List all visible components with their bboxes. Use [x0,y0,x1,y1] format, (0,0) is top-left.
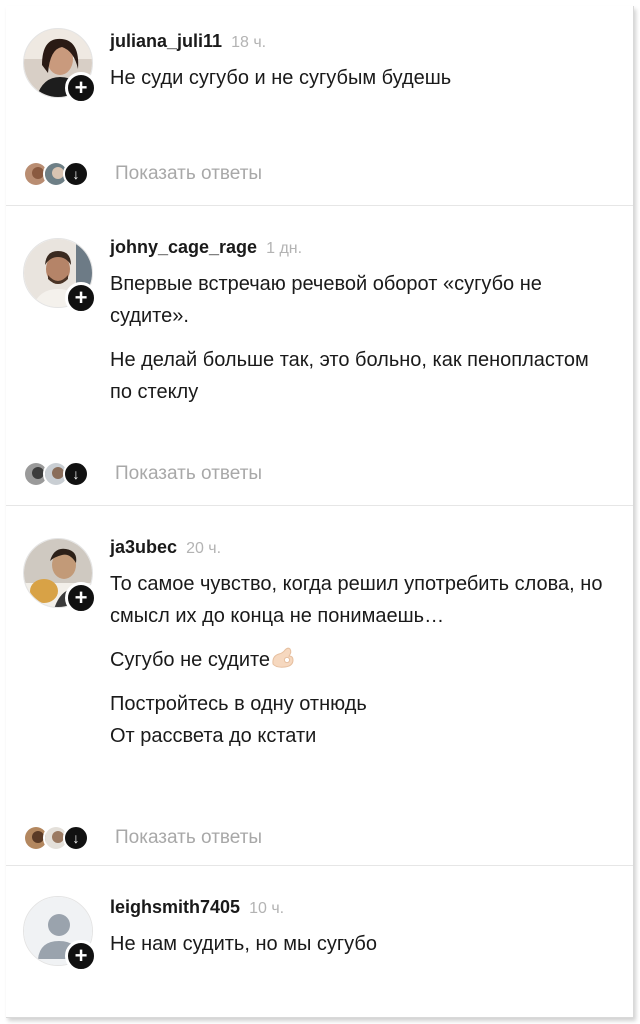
timestamp: 20 ч. [186,540,222,557]
timestamp: 18 ч. [231,34,267,51]
comment-text: Постройтесь в одну отнюдь От рассвета до… [110,693,367,747]
comment-header: juliana_juli11 18 ч. [110,30,614,54]
arrow-down-icon[interactable]: ↓ [63,461,89,487]
username[interactable]: ja3ubec [110,537,177,557]
comment-text: То самое чувство, когда решил употребить… [110,573,603,627]
comment-header: leighsmith7405 10 ч. [110,896,614,920]
ok-hand-emoji [270,646,296,670]
avatar[interactable]: + [23,238,97,314]
comment-header: johny_cage_rage 1 дн. [110,236,614,260]
comment-text: Не нам судить, но мы сугубо [110,933,377,955]
comment-text: Сугубо не судите [110,649,271,671]
timestamp: 1 дн. [266,240,303,257]
arrow-down-icon[interactable]: ↓ [63,161,89,187]
replies-row[interactable]: ↓ Показать ответы [23,822,262,854]
show-replies-link[interactable]: Показать ответы [115,163,262,185]
plus-icon[interactable]: + [65,282,97,314]
comment-text-with-emoji: Сугубо не судите [110,644,614,676]
show-replies-link[interactable]: Показать ответы [115,827,262,849]
show-replies-link[interactable]: Показать ответы [115,463,262,485]
comment-header: ja3ubec 20 ч. [110,536,614,560]
comments-panel: + juliana_juli11 18 ч. Не суди сугубо и … [6,6,634,1018]
avatar[interactable]: + [23,28,97,104]
username[interactable]: juliana_juli11 [110,31,222,51]
plus-icon[interactable]: + [65,72,97,104]
comment-item: + johny_cage_rage 1 дн. Впервые встречаю… [6,206,633,506]
avatar[interactable]: + [23,538,97,614]
comment-item: + leighsmith7405 10 ч. Не нам судить, но… [6,866,633,1017]
arrow-down-icon[interactable]: ↓ [63,825,89,851]
username[interactable]: johny_cage_rage [110,237,257,257]
plus-icon[interactable]: + [65,582,97,614]
comment-text: Не делай больше так, это больно, как пен… [110,349,589,403]
plus-icon[interactable]: + [65,940,97,972]
comment-text: Не суди сугубо и не сугубым будешь [110,67,452,89]
replies-row[interactable]: ↓ Показать ответы [23,158,262,190]
replies-row[interactable]: ↓ Показать ответы [23,458,262,490]
avatar[interactable]: + [23,896,97,972]
username[interactable]: leighsmith7405 [110,897,240,917]
comment-text: Впервые встречаю речевой оборот «сугубо … [110,273,542,327]
comment-item: + ja3ubec 20 ч. То самое чувство, когда … [6,506,633,866]
timestamp: 10 ч. [249,900,285,917]
comment-item: + juliana_juli11 18 ч. Не суди сугубо и … [6,6,633,206]
